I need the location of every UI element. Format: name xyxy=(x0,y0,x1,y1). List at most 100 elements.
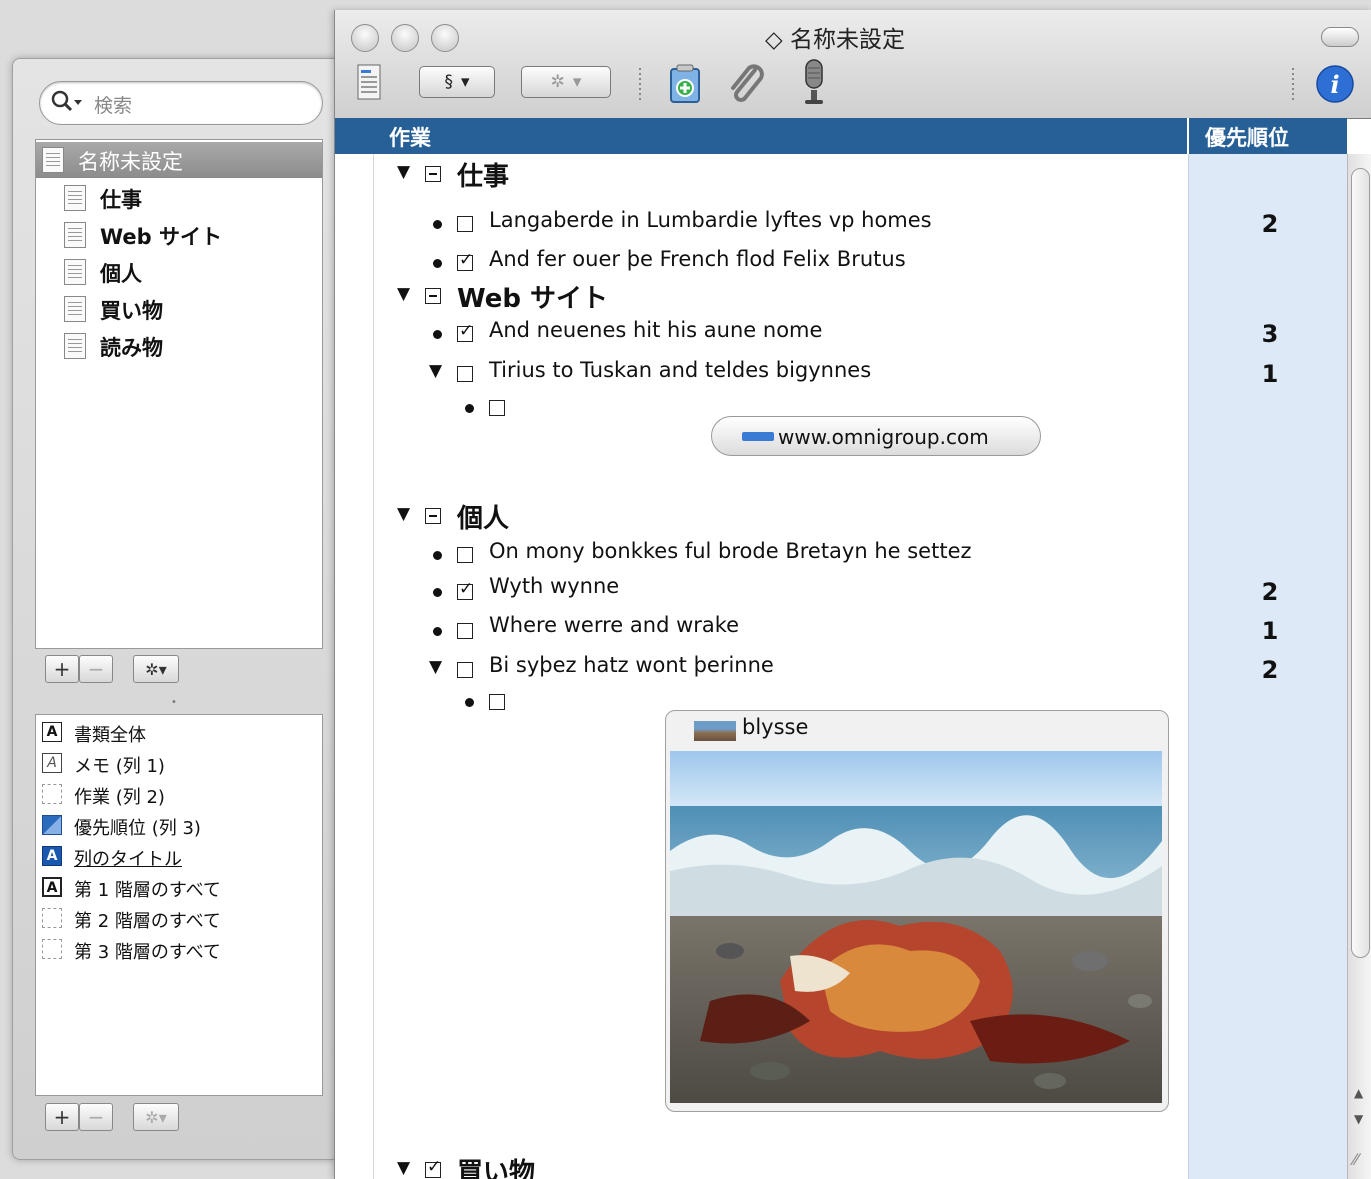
document-item-shopping[interactable]: 買い物 xyxy=(36,291,322,327)
document-item-website[interactable]: Web サイト xyxy=(36,217,322,253)
checkbox[interactable] xyxy=(489,694,505,710)
priority-value[interactable]: 1 xyxy=(1260,360,1280,388)
column-title-task[interactable]: 作業 xyxy=(389,122,431,152)
add-style-button[interactable]: + xyxy=(45,1103,79,1131)
remove-document-button[interactable]: − xyxy=(79,655,113,683)
row-text[interactable]: On mony bonkkes ful brode Bretayn he set… xyxy=(489,539,972,563)
document-item-work[interactable]: 仕事 xyxy=(36,180,322,216)
vertical-scrollbar[interactable]: ▲ ▼ ⁄⁄ xyxy=(1347,154,1371,1179)
checkbox[interactable] xyxy=(457,216,473,232)
disclosure-triangle-icon[interactable]: ▼ xyxy=(429,657,442,677)
document-item-reading[interactable]: 読み物 xyxy=(36,328,322,364)
section-style-button[interactable]: § ▾ xyxy=(419,66,495,98)
disclosure-triangle-icon[interactable]: ▼ xyxy=(397,284,410,304)
add-document-button[interactable]: + xyxy=(45,655,79,683)
row-text[interactable]: Where werre and wrake xyxy=(489,613,739,637)
column-divider[interactable] xyxy=(1187,118,1189,154)
style-item[interactable]: 第 3 階層のすべて xyxy=(42,936,322,966)
modified-indicator: ◇ xyxy=(765,27,783,53)
outline-row[interactable]: Langaberde in Lumbardie lyftes vp homes … xyxy=(335,202,1347,238)
image-attachment[interactable]: blysse xyxy=(665,710,1169,1112)
row-title[interactable]: 買い物 xyxy=(457,1152,535,1179)
priority-value[interactable]: 2 xyxy=(1260,210,1280,238)
row-title[interactable]: 仕事 xyxy=(457,156,509,193)
add-row-icon[interactable] xyxy=(669,64,701,108)
row-text[interactable]: Wyth wynne xyxy=(489,574,619,598)
priority-value[interactable]: 1 xyxy=(1260,617,1280,645)
row-text[interactable]: Tirius to Tuskan and teldes bigynnes xyxy=(489,358,871,382)
row-text[interactable]: Bi syþez hatz wont þerinne xyxy=(489,653,774,677)
splitter-handle[interactable]: • xyxy=(171,697,177,708)
checkbox[interactable] xyxy=(457,547,473,563)
toolbar-toggle-button[interactable] xyxy=(1321,27,1359,47)
row-title[interactable]: 個人 xyxy=(457,498,509,535)
disclosure-triangle-icon[interactable]: ▼ xyxy=(397,504,410,524)
microphone-icon[interactable] xyxy=(799,58,829,112)
scroll-up-arrow-icon[interactable]: ▲ xyxy=(1354,1086,1363,1100)
checkbox[interactable] xyxy=(489,400,505,416)
checkbox-checked[interactable] xyxy=(457,579,473,600)
checkbox[interactable] xyxy=(457,662,473,678)
remove-style-button[interactable]: − xyxy=(79,1103,113,1131)
style-item[interactable]: A 第 1 階層のすべて xyxy=(42,874,322,904)
outline-row[interactable]: And neuenes hit his aune nome 3 xyxy=(335,312,1347,348)
outline-row[interactable]: And fer ouer þe French flod Felix Brutus xyxy=(335,242,1347,278)
svg-text:i: i xyxy=(1330,70,1339,99)
search-icon[interactable] xyxy=(50,89,84,120)
style-label: 作業 (列 2) xyxy=(74,787,165,808)
search-field[interactable]: 検索 xyxy=(39,81,323,125)
action-gear-button[interactable]: ✲ ▾ xyxy=(521,66,611,98)
outline-row[interactable]: ▼ Tirius to Tuskan and teldes bigynnes 1 xyxy=(335,352,1347,388)
document-item-untitled[interactable]: 名称未設定 xyxy=(36,142,322,178)
outline-view[interactable]: ▼ 仕事 Langaberde in Lumbardie lyftes vp h… xyxy=(335,154,1347,1179)
close-button[interactable] xyxy=(351,24,379,52)
style-item[interactable]: A 書類全体 xyxy=(42,719,322,749)
url-link-button[interactable]: www.omnigroup.com xyxy=(711,416,1041,456)
checkbox-mixed[interactable] xyxy=(425,166,441,182)
outline-row[interactable]: Where werre and wrake 1 xyxy=(335,610,1347,646)
checkbox-checked[interactable] xyxy=(457,321,473,342)
checkbox-mixed[interactable] xyxy=(425,288,441,304)
resize-grip-icon[interactable]: ⁄⁄ xyxy=(1353,1150,1358,1169)
disclosure-triangle-icon[interactable]: ▼ xyxy=(397,1158,410,1178)
priority-value[interactable]: 2 xyxy=(1260,578,1280,606)
document-list[interactable]: 名称未設定 仕事 Web サイト 個人 買い物 読み物 xyxy=(35,139,323,649)
drawer-toggle-icon[interactable] xyxy=(357,64,381,104)
gear-menu-button[interactable]: ✲▾ xyxy=(133,655,179,683)
checkbox-mixed[interactable] xyxy=(425,508,441,524)
chevron-down-icon: ▾ xyxy=(572,72,582,92)
style-label: 第 2 階層のすべて xyxy=(74,911,221,932)
checkbox-checked[interactable] xyxy=(457,250,473,271)
column-title-priority[interactable]: 優先順位 xyxy=(1205,122,1289,152)
style-item[interactable]: A 列のタイトル xyxy=(42,843,322,873)
checkbox[interactable] xyxy=(457,366,473,382)
disclosure-triangle-icon[interactable]: ▼ xyxy=(397,162,410,182)
row-text[interactable]: And neuenes hit his aune nome xyxy=(489,318,822,342)
style-item[interactable]: 第 2 階層のすべて xyxy=(42,905,322,935)
style-gear-menu-button[interactable]: ✲▾ xyxy=(133,1103,179,1131)
info-icon[interactable]: i xyxy=(1315,64,1355,108)
outline-row[interactable]: On mony bonkkes ful brode Bretayn he set… xyxy=(335,534,1347,570)
attachment-icon[interactable] xyxy=(727,62,767,110)
priority-value[interactable]: 3 xyxy=(1260,320,1280,348)
checkbox-checked[interactable] xyxy=(425,1157,441,1178)
style-item[interactable]: 作業 (列 2) xyxy=(42,781,322,811)
column-header[interactable]: 作業 優先順位 xyxy=(335,118,1347,154)
row-text[interactable]: And fer ouer þe French flod Felix Brutus xyxy=(489,247,906,271)
style-item[interactable]: 優先順位 (列 3) xyxy=(42,812,322,842)
scroll-thumb[interactable] xyxy=(1351,168,1370,958)
row-text[interactable]: Langaberde in Lumbardie lyftes vp homes xyxy=(489,208,932,232)
style-item[interactable]: A メモ (列 1) xyxy=(42,750,322,780)
priority-value[interactable]: 2 xyxy=(1260,656,1280,684)
minimize-button[interactable] xyxy=(391,24,419,52)
checkbox[interactable] xyxy=(457,623,473,639)
outline-row[interactable]: ▼ Bi syþez hatz wont þerinne 2 xyxy=(335,648,1347,684)
style-label: 第 1 階層のすべて xyxy=(74,880,221,901)
outline-row[interactable]: Wyth wynne 2 xyxy=(335,570,1347,606)
zoom-button[interactable] xyxy=(431,24,459,52)
scroll-down-arrow-icon[interactable]: ▼ xyxy=(1354,1112,1363,1126)
styles-list[interactable]: A 書類全体 A メモ (列 1) 作業 (列 2) 優先順位 (列 3) A … xyxy=(35,714,323,1096)
disclosure-triangle-icon[interactable]: ▼ xyxy=(429,361,442,381)
document-item-personal[interactable]: 個人 xyxy=(36,254,322,290)
row-title[interactable]: Web サイト xyxy=(457,278,608,315)
